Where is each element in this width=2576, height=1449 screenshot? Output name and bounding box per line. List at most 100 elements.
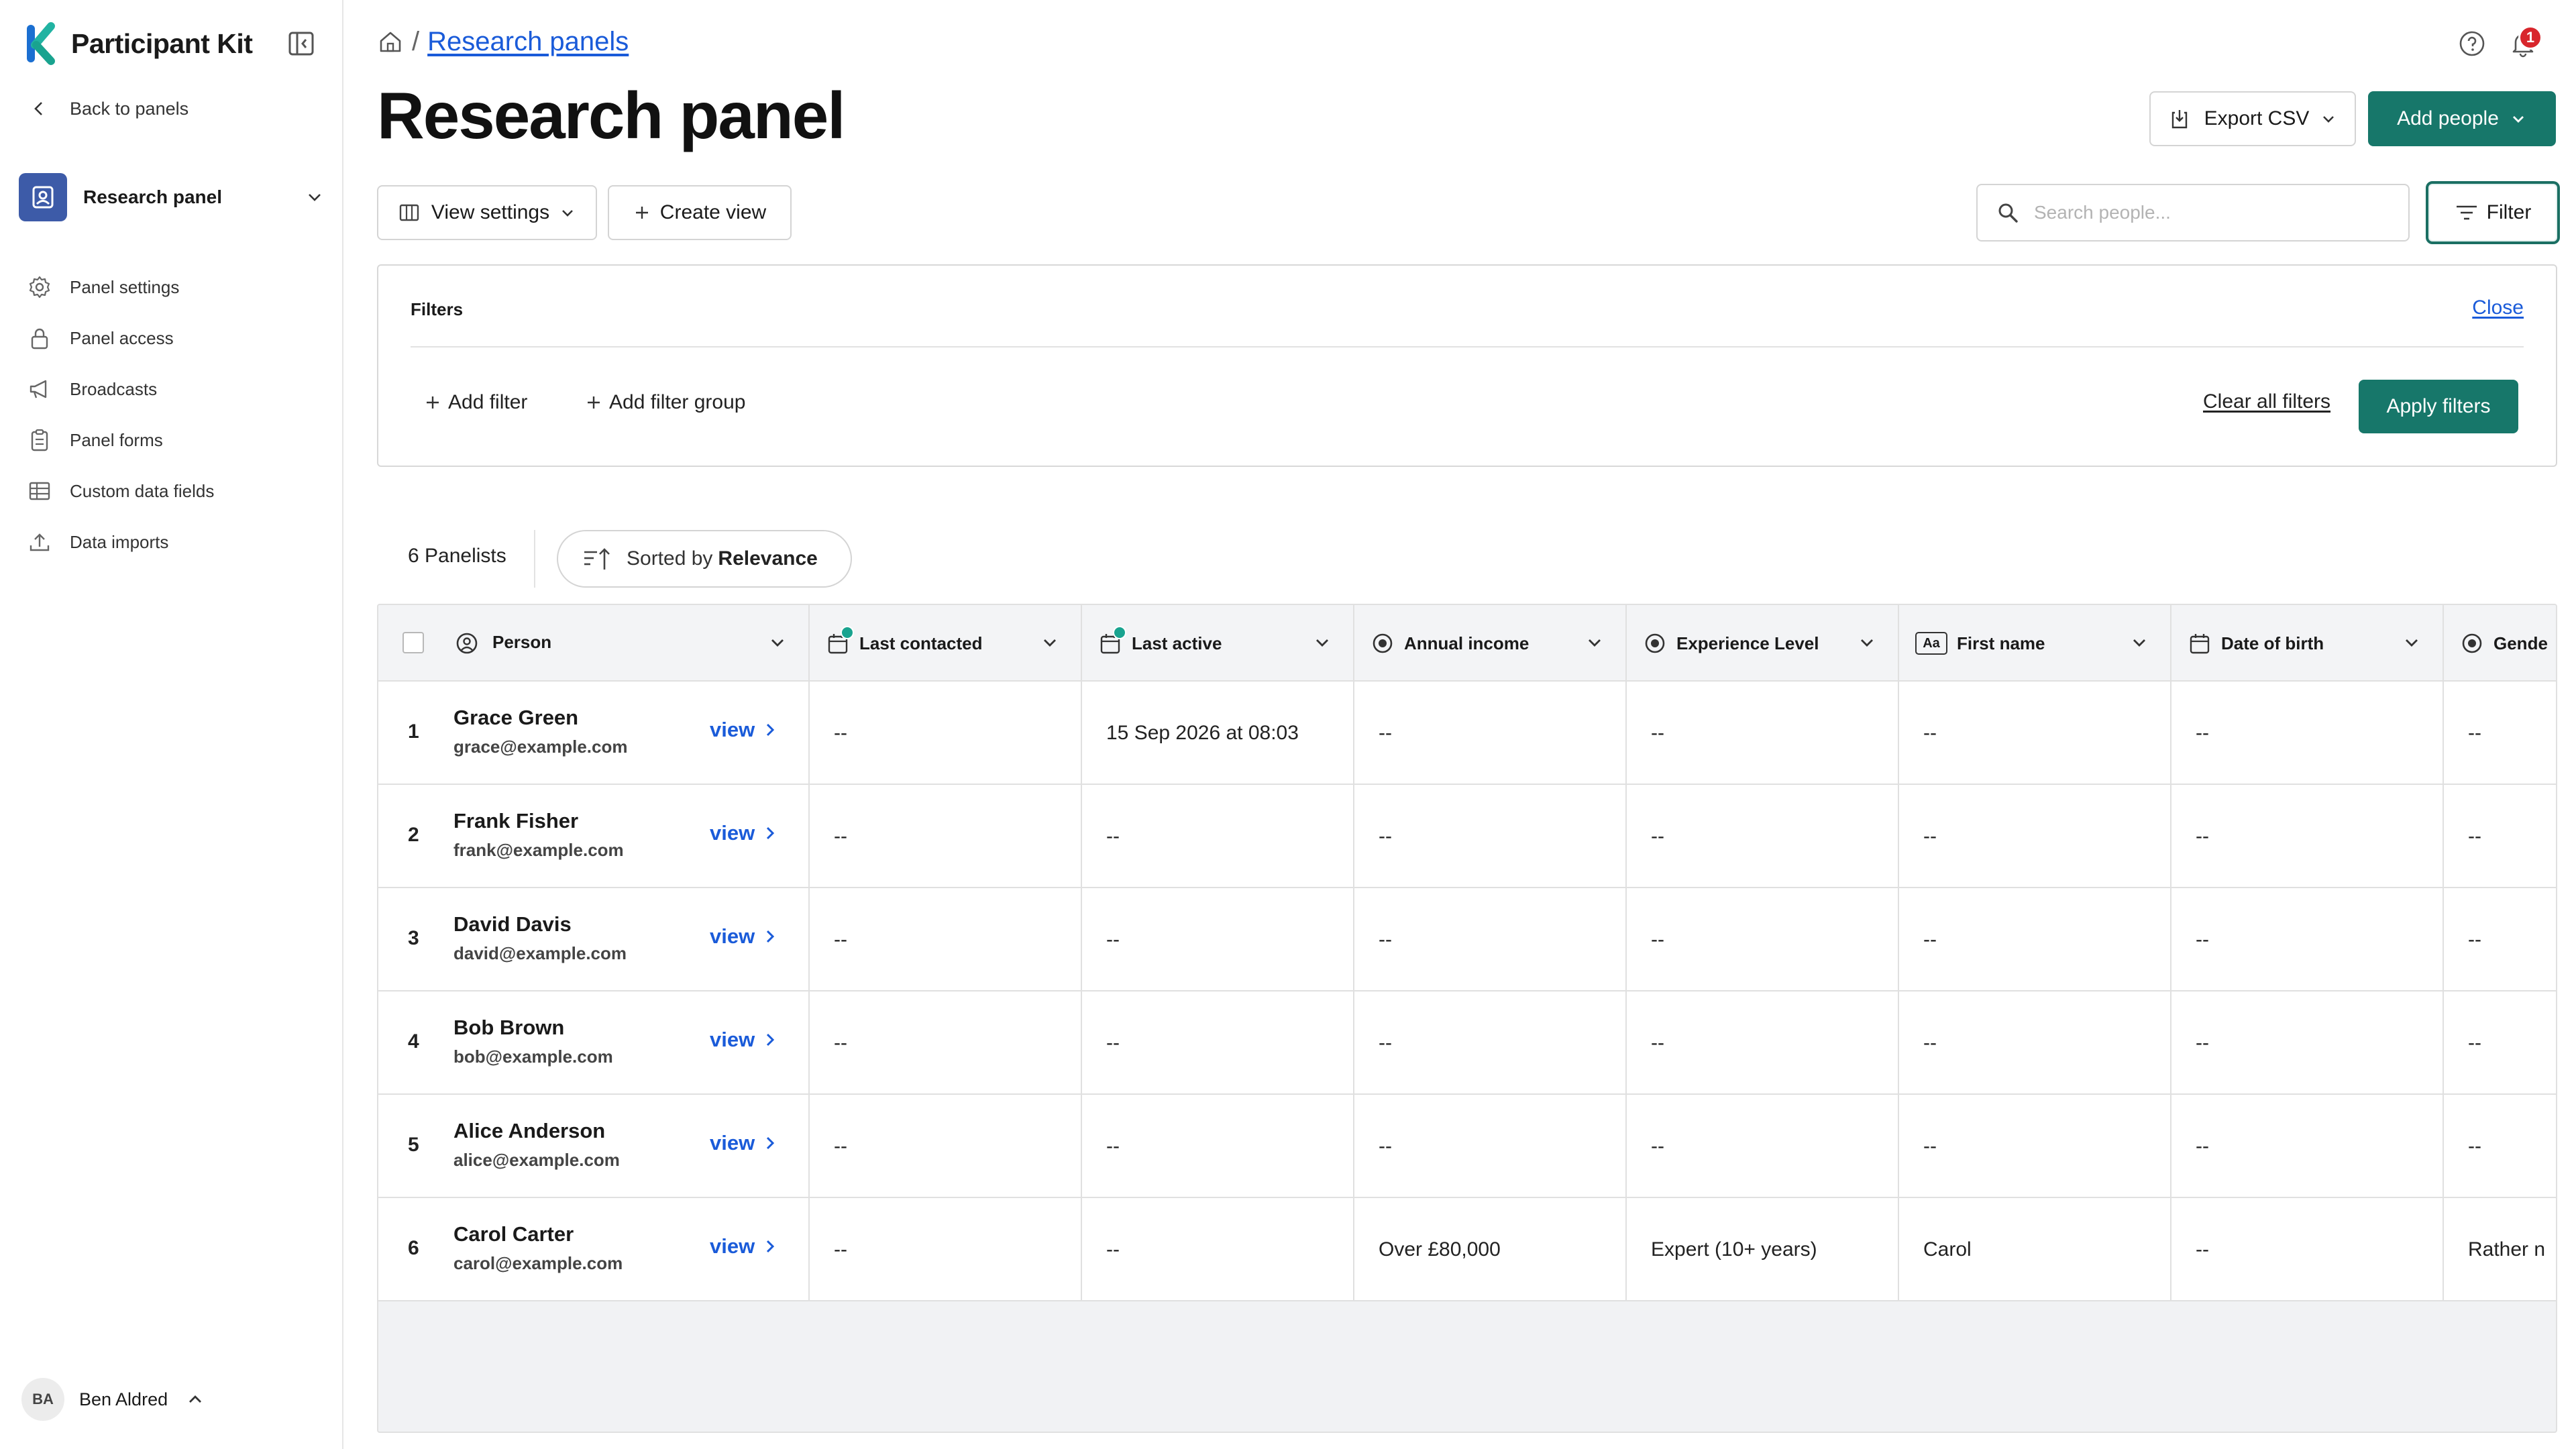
column-header-label: Experience Level — [1676, 633, 1819, 653]
table-cell: -- — [2468, 722, 2481, 744]
person-email: frank@example.com — [453, 840, 624, 860]
chevron-down-icon[interactable] — [1039, 632, 1061, 653]
chevron-down-icon[interactable] — [1856, 632, 1878, 653]
plus-icon — [427, 396, 439, 409]
sort-button[interactable]: Sorted by Relevance — [557, 530, 852, 588]
sidebar-item-broadcasts[interactable]: Broadcasts — [27, 364, 322, 415]
table-row[interactable]: 6 Carol Carter carol@example.com view -- -- Ov… — [378, 1198, 2556, 1301]
column-header-label: Gende — [2493, 633, 2548, 653]
sidebar-item-label: Broadcasts — [70, 378, 158, 399]
person-badge-icon — [32, 186, 54, 209]
chevron-right-icon — [767, 1033, 775, 1046]
table-icon — [29, 482, 50, 500]
add-filter-group-button[interactable]: Add filter group — [585, 389, 745, 416]
view-person-link[interactable]: view — [710, 924, 779, 949]
person-email: alice@example.com — [453, 1150, 620, 1170]
search-input[interactable] — [2034, 202, 2396, 223]
collapse-sidebar-icon[interactable] — [287, 30, 315, 58]
chevron-down-icon[interactable] — [767, 632, 788, 653]
chevron-down-icon[interactable] — [1311, 632, 1333, 653]
export-csv-button[interactable]: Export CSV — [2149, 91, 2356, 146]
sidebar-item-data-imports[interactable]: Data imports — [27, 517, 322, 568]
column-header-last-active[interactable]: Last active — [1082, 605, 1354, 682]
create-view-button[interactable]: Create view — [608, 185, 792, 240]
person-name: David Davis — [453, 912, 572, 936]
column-header-gender[interactable]: Gende — [2444, 605, 2556, 682]
back-to-panels-link[interactable]: Back to panels — [30, 94, 189, 123]
view-settings-button[interactable]: View settings — [377, 185, 597, 240]
notification-badge: 1 — [2518, 25, 2542, 50]
sort-icon — [584, 548, 610, 570]
table-row[interactable]: 2 Frank Fisher frank@example.com view -- -- --… — [378, 785, 2556, 888]
table-cell: -- — [2468, 928, 2481, 951]
megaphone-icon — [30, 380, 47, 398]
view-person-link[interactable]: view — [710, 1028, 779, 1052]
chevron-down-icon — [2323, 116, 2334, 123]
avatar: BA — [21, 1378, 64, 1421]
breadcrumb-research-panels-link[interactable]: Research panels — [427, 27, 629, 57]
row-number: 3 — [408, 927, 419, 949]
table-row[interactable]: 3 David Davis david@example.com view -- -- -- -… — [378, 888, 2556, 991]
column-header-last-contacted[interactable]: Last contacted — [810, 605, 1082, 682]
clear-all-filters-link[interactable]: Clear all filters — [2203, 390, 2330, 413]
add-people-button[interactable]: Add people — [2368, 91, 2556, 146]
view-label: view — [710, 1131, 755, 1155]
table-row[interactable]: 1 Grace Green grace@example.com view -- 15 Se… — [378, 682, 2556, 785]
sort-value: Relevance — [718, 547, 818, 570]
column-header-person[interactable]: Person — [378, 605, 810, 682]
row-number: 4 — [408, 1030, 419, 1053]
sidebar-item-custom-data-fields[interactable]: Custom data fields — [27, 466, 322, 517]
row-number: 1 — [408, 720, 419, 743]
sidebar-item-panel-forms[interactable]: Panel forms — [27, 415, 322, 466]
column-header-experience-level[interactable]: Experience Level — [1627, 605, 1899, 682]
lock-icon — [31, 328, 48, 350]
view-label: view — [710, 1234, 755, 1258]
person-email: carol@example.com — [453, 1253, 623, 1273]
column-header-annual-income[interactable]: Annual income — [1354, 605, 1627, 682]
view-person-link[interactable]: view — [710, 821, 779, 845]
chevron-left-icon — [34, 102, 42, 115]
table-cell: Carol — [1899, 1198, 2171, 1301]
table-cell: -- — [1354, 682, 1627, 785]
sidebar-item-label: Panel access — [70, 327, 174, 348]
view-person-link[interactable]: view — [710, 718, 779, 742]
add-filter-button[interactable]: Add filter — [424, 389, 527, 416]
chevron-right-icon — [767, 723, 775, 737]
table-cell: -- — [2468, 825, 2481, 847]
table-cell: -- — [2171, 888, 2444, 991]
view-person-link[interactable]: view — [710, 1234, 779, 1258]
divider — [411, 346, 2524, 347]
status-dot — [1113, 626, 1126, 639]
table-cell: Expert (10+ years) — [1627, 1198, 1899, 1301]
home-icon[interactable] — [377, 28, 404, 55]
brand[interactable]: Participant Kit — [24, 20, 253, 67]
table-cell: -- — [1082, 1198, 1354, 1301]
sidebar-item-panel-access[interactable]: Panel access — [27, 313, 322, 364]
close-filters-link[interactable]: Close — [2472, 297, 2524, 319]
user-menu[interactable]: BA Ben Aldred — [21, 1377, 205, 1422]
table-row[interactable]: 5 Alice Anderson alice@example.com view -- --… — [378, 1095, 2556, 1198]
filter-button[interactable]: Filter — [2426, 181, 2560, 244]
column-header-first-name[interactable]: Aa First name — [1899, 605, 2171, 682]
panel-switcher[interactable]: Research panel — [19, 173, 325, 221]
sidebar-nav: Panel settings Panel access Broadcasts P… — [27, 262, 322, 568]
table-cell: -- — [1627, 888, 1899, 991]
chevron-right-icon — [767, 826, 775, 840]
column-header-date-of-birth[interactable]: Date of birth — [2171, 605, 2444, 682]
view-person-link[interactable]: view — [710, 1131, 779, 1155]
person-cell: 1 Grace Green grace@example.com view — [378, 682, 810, 785]
help-icon[interactable] — [2458, 30, 2486, 58]
create-view-label: Create view — [659, 201, 767, 223]
sidebar-item-panel-settings[interactable]: Panel settings — [27, 262, 322, 313]
panel-name: Research panel — [83, 186, 222, 207]
table-row[interactable]: 4 Bob Brown bob@example.com view -- -- -- -- -- -… — [378, 991, 2556, 1095]
chevron-down-icon[interactable] — [2129, 632, 2150, 653]
person-email: grace@example.com — [453, 737, 628, 757]
apply-filters-button[interactable]: Apply filters — [2359, 380, 2518, 433]
select-all-checkbox[interactable] — [402, 632, 424, 653]
table-cell: -- — [1354, 785, 1627, 888]
chevron-down-icon[interactable] — [1584, 632, 1605, 653]
chevron-down-icon — [562, 210, 574, 217]
chevron-down-icon[interactable] — [2401, 632, 2422, 653]
sidebar-item-label: Custom data fields — [70, 480, 215, 501]
